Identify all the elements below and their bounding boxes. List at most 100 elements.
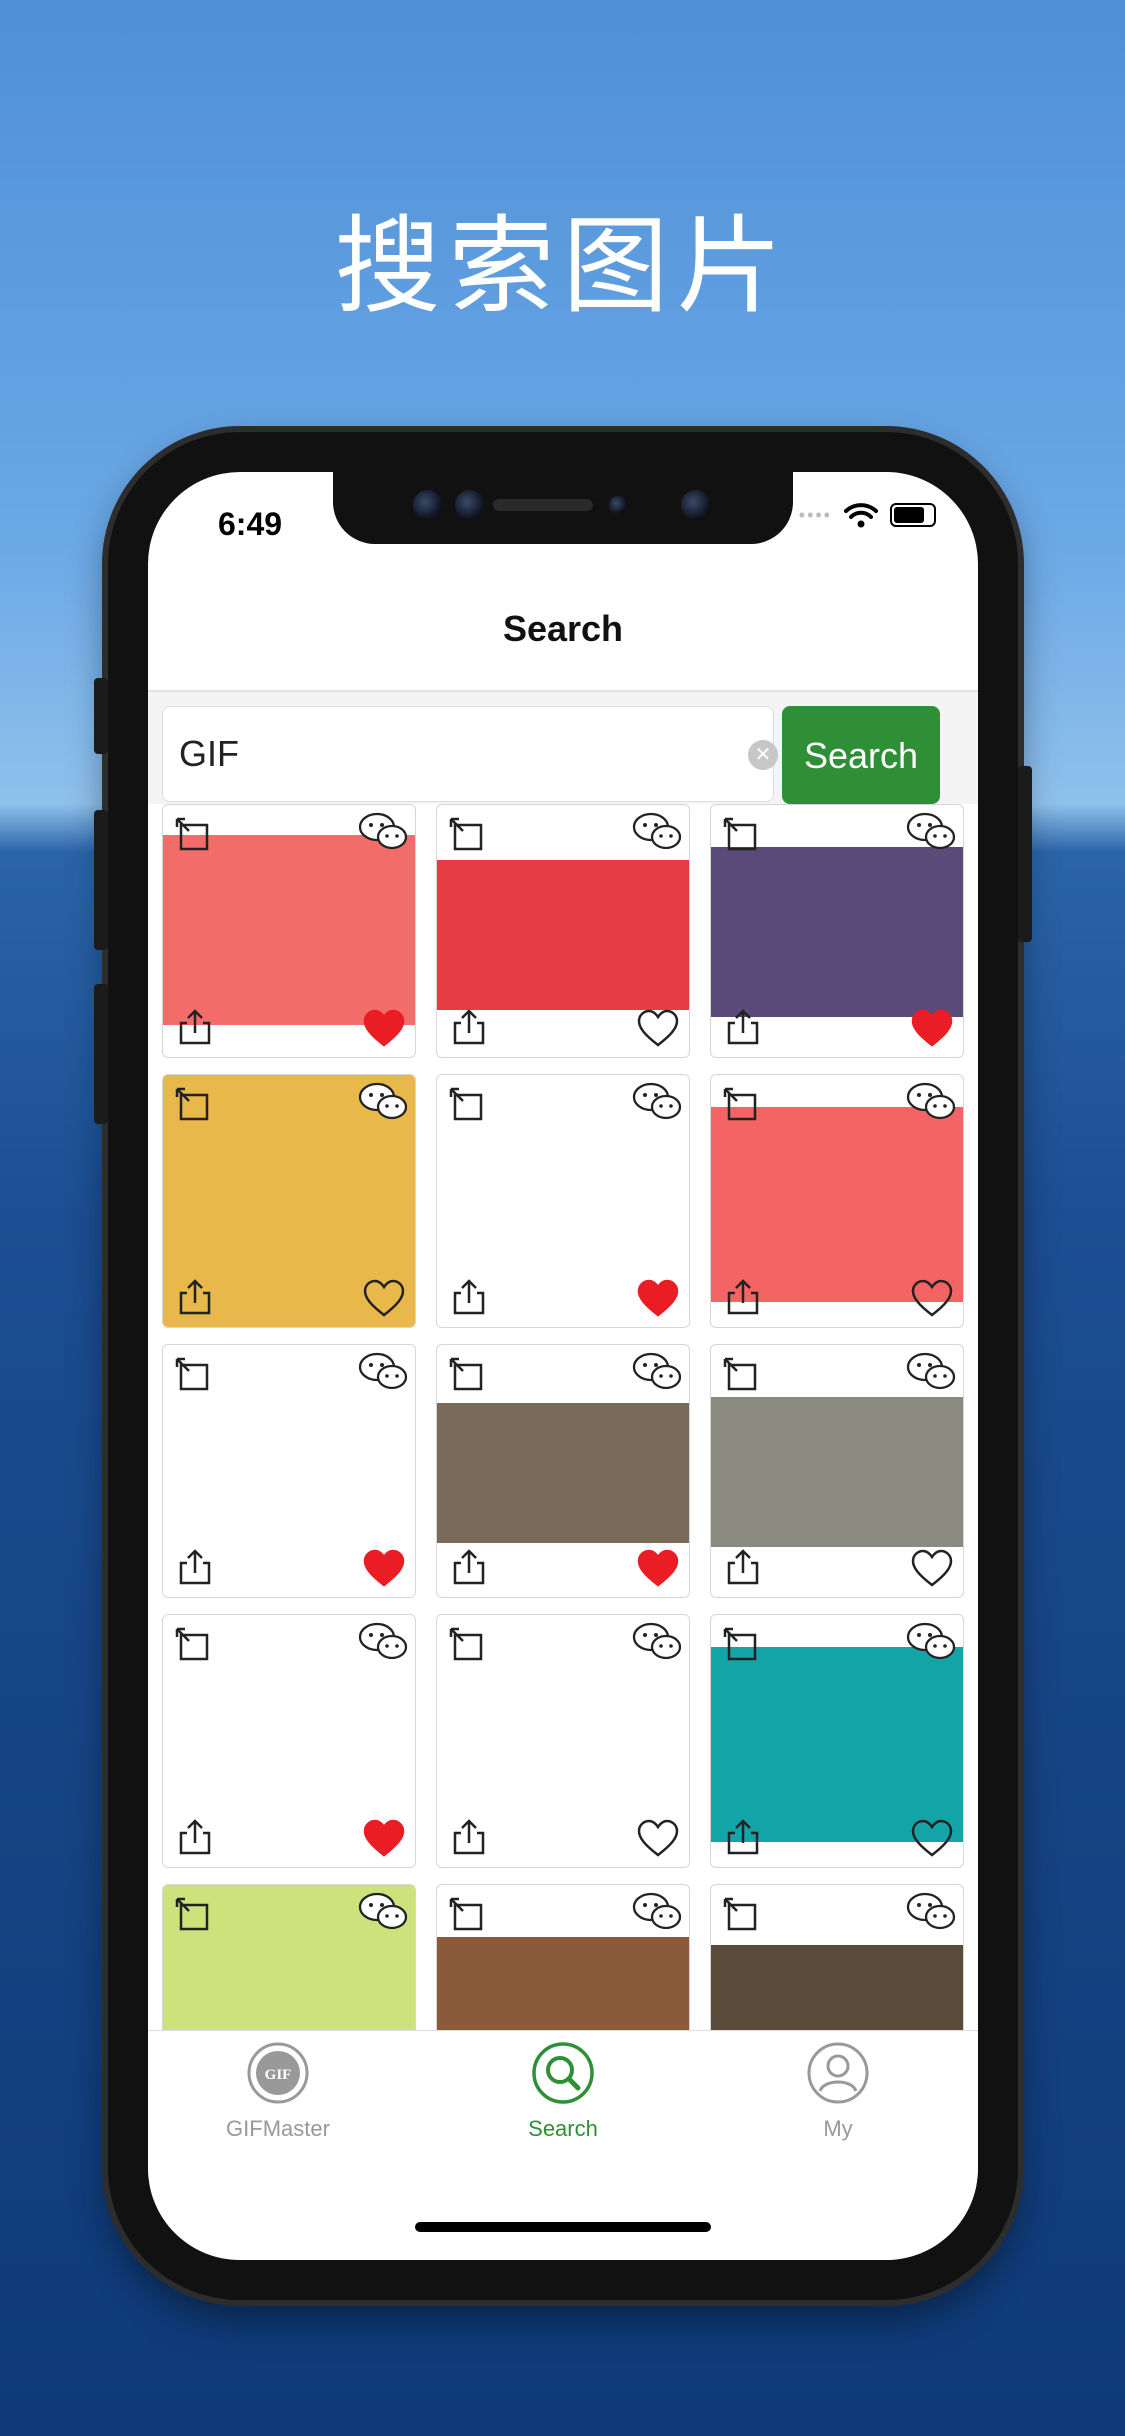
gif-card[interactable] xyxy=(162,1614,416,1868)
clear-search-icon[interactable]: ✕ xyxy=(748,740,778,770)
mute-switch xyxy=(94,678,108,754)
gif-card[interactable] xyxy=(162,804,416,1058)
expand-icon[interactable] xyxy=(173,815,213,855)
gif-card[interactable] xyxy=(162,1074,416,1328)
gif-card[interactable] xyxy=(436,1074,690,1328)
heart-outline-icon[interactable] xyxy=(911,1549,953,1587)
power-button xyxy=(1018,766,1032,942)
gif-card[interactable] xyxy=(710,804,964,1058)
wechat-share-icon[interactable] xyxy=(357,1351,409,1391)
expand-icon[interactable] xyxy=(173,1085,213,1125)
heart-filled-icon[interactable] xyxy=(363,1819,405,1857)
wechat-share-icon[interactable] xyxy=(905,1351,957,1391)
gif-thumbnail xyxy=(711,1397,963,1547)
home-indicator[interactable] xyxy=(415,2222,711,2232)
speaker-grille xyxy=(493,499,593,511)
share-icon[interactable] xyxy=(175,1817,215,1857)
expand-icon[interactable] xyxy=(721,1085,761,1125)
gif-grid xyxy=(148,804,978,2030)
notch xyxy=(333,472,793,544)
heart-filled-icon[interactable] xyxy=(637,1549,679,1587)
gif-card[interactable] xyxy=(436,1614,690,1868)
wechat-share-icon[interactable] xyxy=(357,1891,409,1931)
gif-thumbnail xyxy=(711,1647,963,1842)
expand-icon[interactable] xyxy=(447,1895,487,1935)
gif-card[interactable] xyxy=(436,1884,690,2030)
volume-up-button xyxy=(94,810,108,950)
expand-icon[interactable] xyxy=(173,1895,213,1935)
gif-thumbnail xyxy=(437,1403,689,1543)
gif-thumbnail xyxy=(711,847,963,1017)
wechat-share-icon[interactable] xyxy=(905,1891,957,1931)
expand-icon[interactable] xyxy=(173,1355,213,1395)
gif-card[interactable] xyxy=(162,1884,416,2030)
share-icon[interactable] xyxy=(449,1547,489,1587)
share-icon[interactable] xyxy=(175,1007,215,1047)
app-screen: 6:49 •••• Search ✕ Search xyxy=(148,472,978,2260)
share-icon[interactable] xyxy=(723,1817,763,1857)
wechat-share-icon[interactable] xyxy=(631,811,683,851)
search-bar: ✕ Search xyxy=(148,692,978,804)
expand-icon[interactable] xyxy=(173,1625,213,1665)
expand-icon[interactable] xyxy=(721,1625,761,1665)
gif-icon: GIF xyxy=(247,2042,309,2104)
heart-filled-icon[interactable] xyxy=(637,1279,679,1317)
search-button[interactable]: Search xyxy=(782,706,940,804)
proximity-sensor xyxy=(609,496,627,514)
expand-icon[interactable] xyxy=(721,1895,761,1935)
wifi-icon xyxy=(844,503,878,528)
heart-outline-icon[interactable] xyxy=(637,1819,679,1857)
expand-icon[interactable] xyxy=(447,1625,487,1665)
share-icon[interactable] xyxy=(175,1277,215,1317)
share-icon[interactable] xyxy=(723,1547,763,1587)
heart-filled-icon[interactable] xyxy=(363,1549,405,1587)
gif-card[interactable] xyxy=(162,1344,416,1598)
gif-card[interactable] xyxy=(710,1884,964,2030)
status-time: 6:49 xyxy=(218,506,283,542)
gif-card[interactable] xyxy=(710,1344,964,1598)
promo-headline: 搜索图片 xyxy=(334,205,791,328)
share-icon[interactable] xyxy=(175,1547,215,1587)
wechat-share-icon[interactable] xyxy=(357,1621,409,1661)
tab-search[interactable]: Search xyxy=(463,2041,663,2142)
wechat-share-icon[interactable] xyxy=(905,1621,957,1661)
wechat-share-icon[interactable] xyxy=(631,1081,683,1121)
heart-outline-icon[interactable] xyxy=(911,1279,953,1317)
gif-card[interactable] xyxy=(710,1614,964,1868)
gif-thumbnail xyxy=(437,1937,689,2030)
gif-thumbnail xyxy=(711,1107,963,1302)
gif-card[interactable] xyxy=(436,804,690,1058)
wechat-share-icon[interactable] xyxy=(357,1081,409,1121)
expand-icon[interactable] xyxy=(447,1355,487,1395)
gif-thumbnail xyxy=(163,835,415,1025)
svg-text:GIF: GIF xyxy=(265,2067,292,2083)
phone-frame: 6:49 •••• Search ✕ Search xyxy=(94,432,1032,2300)
heart-outline-icon[interactable] xyxy=(637,1009,679,1047)
gif-card[interactable] xyxy=(436,1344,690,1598)
wechat-share-icon[interactable] xyxy=(905,811,957,851)
volume-down-button xyxy=(94,984,108,1124)
wechat-share-icon[interactable] xyxy=(631,1351,683,1391)
wechat-share-icon[interactable] xyxy=(905,1081,957,1121)
search-input[interactable] xyxy=(162,706,774,802)
user-icon xyxy=(807,2042,869,2104)
expand-icon[interactable] xyxy=(447,815,487,855)
wechat-share-icon[interactable] xyxy=(631,1621,683,1661)
heart-outline-icon[interactable] xyxy=(911,1819,953,1857)
wechat-share-icon[interactable] xyxy=(631,1891,683,1931)
gif-card[interactable] xyxy=(710,1074,964,1328)
heart-filled-icon[interactable] xyxy=(363,1009,405,1047)
tab-gifmaster[interactable]: GIF GIFMaster xyxy=(178,2041,378,2142)
share-icon[interactable] xyxy=(449,1007,489,1047)
wechat-share-icon[interactable] xyxy=(357,811,409,851)
share-icon[interactable] xyxy=(723,1277,763,1317)
heart-filled-icon[interactable] xyxy=(911,1009,953,1047)
expand-icon[interactable] xyxy=(447,1085,487,1125)
expand-icon[interactable] xyxy=(721,1355,761,1395)
expand-icon[interactable] xyxy=(721,815,761,855)
share-icon[interactable] xyxy=(449,1277,489,1317)
share-icon[interactable] xyxy=(723,1007,763,1047)
share-icon[interactable] xyxy=(449,1817,489,1857)
heart-outline-icon[interactable] xyxy=(363,1279,405,1317)
tab-my[interactable]: My xyxy=(738,2041,938,2142)
